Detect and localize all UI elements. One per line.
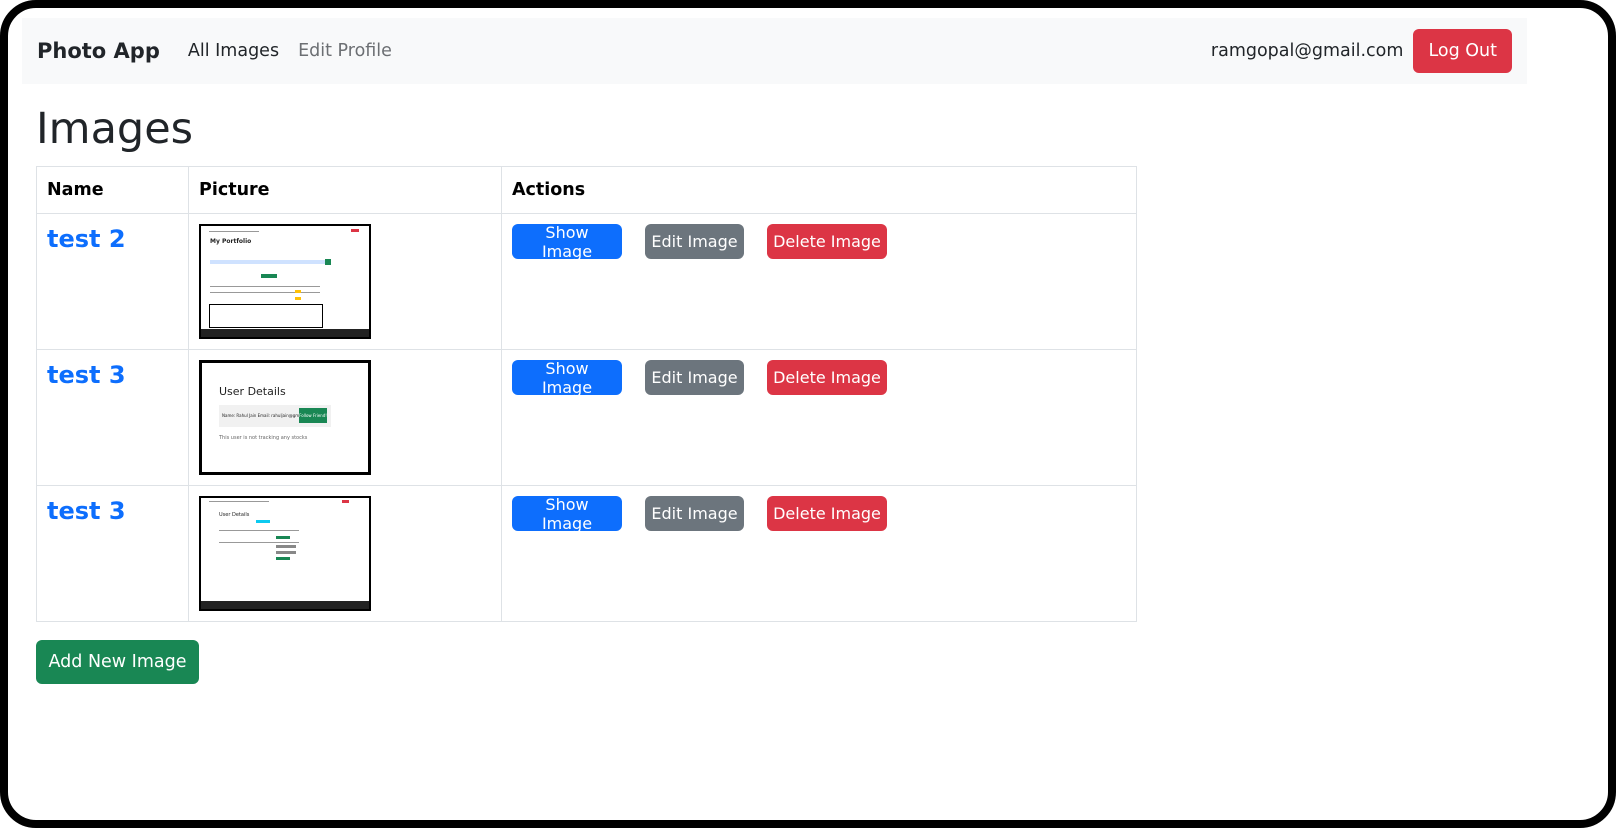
header-picture: Picture xyxy=(188,166,502,214)
navbar: Photo App All Images Edit Profile ramgop… xyxy=(22,18,1527,84)
row-actions: Show Image Edit Image Delete Image xyxy=(512,486,1126,533)
table-header-row: Name Picture Actions xyxy=(36,166,1137,214)
thumb-btn xyxy=(256,520,270,523)
picture-cell: User Details Name: Rahul Jain Email: rah… xyxy=(188,349,502,486)
show-image-button[interactable]: Show Image xyxy=(512,495,622,533)
row-actions: Show Image Edit Image Delete Image xyxy=(512,350,1126,397)
show-image-button[interactable]: Show Image xyxy=(512,223,622,261)
image-name-link[interactable]: test 3 xyxy=(47,361,178,389)
thumb-badge xyxy=(276,545,296,548)
thumb-badge xyxy=(295,297,301,300)
thumb-row xyxy=(210,292,320,293)
thumb-heading: User Details xyxy=(219,512,250,518)
name-cell: test 2 xyxy=(36,213,189,350)
thumb-row xyxy=(219,542,299,543)
delete-image-button[interactable]: Delete Image xyxy=(767,496,887,531)
table-row: test 3 User Details Show Image Edit Imag… xyxy=(36,485,1137,622)
edit-image-button[interactable]: Edit Image xyxy=(645,224,744,259)
header-actions: Actions xyxy=(501,166,1137,214)
user-email: ramgopal@gmail.com xyxy=(1210,41,1404,61)
logout-button[interactable]: Log Out xyxy=(1413,29,1512,73)
image-thumbnail[interactable]: My Portfolio xyxy=(199,224,371,339)
header-name: Name xyxy=(36,166,189,214)
thumb-search-btn xyxy=(325,259,331,265)
thumb-logout xyxy=(351,229,359,232)
actions-cell: Show Image Edit Image Delete Image xyxy=(501,485,1137,622)
page-title: Images xyxy=(36,104,194,154)
thumb-badge xyxy=(276,551,296,554)
add-new-image-button[interactable]: Add New Image xyxy=(36,640,199,684)
edit-image-button[interactable]: Edit Image xyxy=(645,360,744,395)
thumb-badge xyxy=(276,536,290,539)
table-row: test 2 My Portfolio Show Image Edit Imag… xyxy=(36,213,1137,350)
images-table: Name Picture Actions test 2 My Portfolio xyxy=(36,166,1137,622)
actions-cell: Show Image Edit Image Delete Image xyxy=(501,349,1137,486)
thumb-footer xyxy=(201,329,369,337)
name-cell: test 3 xyxy=(36,485,189,622)
thumb-row xyxy=(210,286,320,287)
picture-cell: User Details xyxy=(188,485,502,622)
nav-link-edit-profile[interactable]: Edit Profile xyxy=(298,41,392,61)
thumb-note: This user is not tracking any stocks xyxy=(219,435,308,441)
thumb-logout xyxy=(342,500,349,503)
table-row: test 3 User Details Name: Rahul Jain Ema… xyxy=(36,349,1137,486)
thumb-row xyxy=(219,530,299,531)
image-name-link[interactable]: test 2 xyxy=(47,225,178,253)
thumb-search xyxy=(210,260,330,264)
brand-link[interactable]: Photo App xyxy=(37,39,160,63)
picture-cell: My Portfolio xyxy=(188,213,502,350)
show-image-button[interactable]: Show Image xyxy=(512,359,622,397)
row-actions: Show Image Edit Image Delete Image xyxy=(512,214,1126,261)
delete-image-button[interactable]: Delete Image xyxy=(767,360,887,395)
thumb-nav xyxy=(209,231,259,232)
name-cell: test 3 xyxy=(36,349,189,486)
actions-cell: Show Image Edit Image Delete Image xyxy=(501,213,1137,350)
thumb-footer xyxy=(201,601,369,609)
image-name-link[interactable]: test 3 xyxy=(47,497,178,525)
app-frame: Photo App All Images Edit Profile ramgop… xyxy=(0,0,1616,828)
thumb-badge xyxy=(276,557,290,560)
thumb-btn xyxy=(261,274,277,278)
thumb-badge xyxy=(295,290,301,293)
thumb-follow: Follow Friend! xyxy=(299,408,327,423)
image-thumbnail[interactable]: User Details Name: Rahul Jain Email: rah… xyxy=(199,360,371,475)
thumb-heading: User Details xyxy=(219,385,286,398)
delete-image-button[interactable]: Delete Image xyxy=(767,224,887,259)
nav-link-all-images[interactable]: All Images xyxy=(188,41,279,61)
thumb-heading: My Portfolio xyxy=(210,238,252,245)
thumb-box xyxy=(209,304,323,328)
image-thumbnail[interactable]: User Details xyxy=(199,496,371,611)
thumb-nav xyxy=(209,501,269,502)
edit-image-button[interactable]: Edit Image xyxy=(645,496,744,531)
